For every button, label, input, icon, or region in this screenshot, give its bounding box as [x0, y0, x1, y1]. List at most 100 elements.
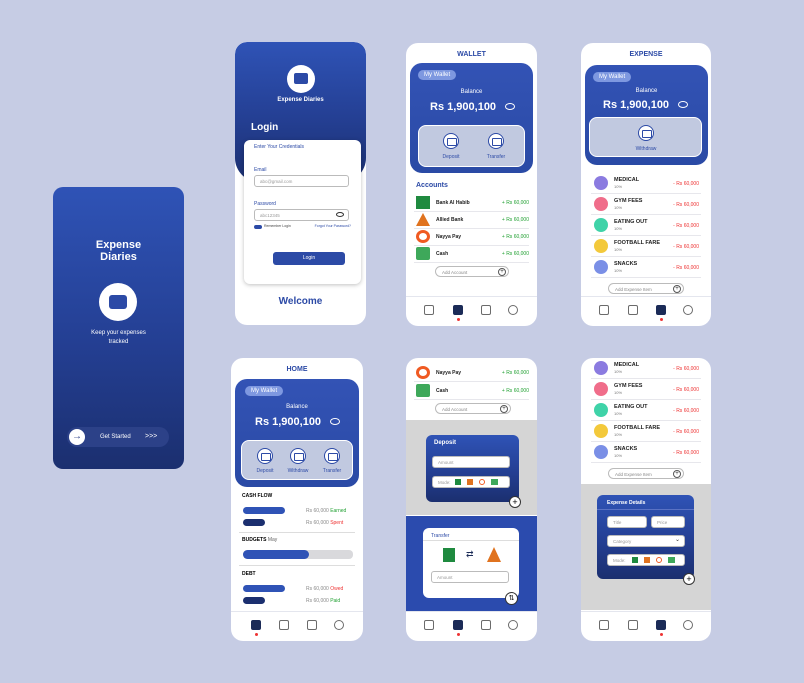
expense-icon[interactable] [481, 620, 491, 630]
home-icon[interactable] [599, 305, 609, 315]
expense-row[interactable]: MEDICAL 10% - Rs 60,000 [591, 358, 701, 379]
eye-icon[interactable] [330, 418, 340, 425]
add-account-field[interactable]: Add Account + [435, 403, 511, 414]
home-icon[interactable] [251, 620, 261, 630]
get-started-label: Get Started [100, 434, 131, 440]
account-row[interactable]: Cash + Rs 60,000 [414, 382, 529, 400]
expense-row[interactable]: FOOTBALL FARE 10% - Rs 60,000 [591, 421, 701, 442]
account-row[interactable]: Bank Al Habib + Rs 60,000 [414, 194, 529, 212]
wallet-card: My Wallet Balance Rs 1,900,100 Deposit W… [235, 379, 359, 487]
mode-field[interactable]: Mode: [432, 476, 510, 488]
allied-logo-icon[interactable] [644, 557, 650, 563]
remember-toggle[interactable] [254, 225, 262, 229]
get-started-button[interactable]: → Get Started >>> [67, 427, 169, 447]
app-title: Expense Diaries [95, 239, 142, 263]
wallet-icon[interactable] [453, 305, 463, 315]
password-field[interactable]: abc12345 [254, 209, 349, 221]
expense-icon[interactable] [307, 620, 317, 630]
profile-icon[interactable] [683, 305, 693, 315]
deposit-icon[interactable] [443, 133, 459, 149]
expense-card: My Wallet Balance Rs 1,900,100 Withdraw [585, 65, 708, 165]
expense-row[interactable]: GYM FEES 10% - Rs 60,000 [591, 194, 701, 215]
eye-icon[interactable] [505, 103, 515, 110]
my-wallet-tag: My Wallet [245, 386, 284, 396]
plus-icon[interactable]: + [673, 285, 681, 293]
add-account-field[interactable]: Add Account + [435, 266, 509, 277]
home-icon[interactable] [424, 620, 434, 630]
allied-logo-icon[interactable] [487, 547, 501, 562]
expense-screen: EXPENSE My Wallet Balance Rs 1,900,100 W… [581, 43, 711, 326]
swap-circle-icon[interactable]: ⇅ [505, 592, 518, 605]
add-circle-icon[interactable]: + [509, 496, 521, 508]
wallet-icon[interactable] [628, 620, 638, 630]
account-row[interactable]: Nayya Pay + Rs 60,000 [414, 228, 529, 246]
withdraw-icon[interactable] [290, 448, 306, 464]
wallet-icon[interactable] [453, 620, 463, 630]
expense-row[interactable]: EATING OUT 10% - Rs 60,000 [591, 400, 701, 421]
expense-row[interactable]: GYM FEES 10% - Rs 60,000 [591, 379, 701, 400]
expense-icon[interactable] [656, 305, 666, 315]
bottom-nav [581, 296, 711, 326]
eye-icon[interactable] [678, 101, 688, 108]
login-button[interactable]: Login [273, 252, 345, 265]
wallet-screen: WALLET My Wallet Balance Rs 1,900,100 De… [406, 43, 537, 326]
home-icon[interactable] [424, 305, 434, 315]
bank-logo-icon[interactable] [443, 548, 455, 562]
plus-icon[interactable]: + [498, 268, 506, 276]
account-row[interactable]: Nayya Pay + Rs 60,000 [414, 364, 529, 382]
transfer-icon[interactable] [324, 448, 340, 464]
swap-icon[interactable]: ⇄ [466, 549, 474, 560]
expense-row[interactable]: MEDICAL 10% - Rs 60,000 [591, 173, 701, 194]
profile-icon[interactable] [683, 620, 693, 630]
email-label: Email [254, 167, 267, 173]
balance-value: Rs 1,900,100 [603, 99, 670, 111]
amount-field[interactable]: Amount [432, 456, 510, 468]
profile-icon[interactable] [334, 620, 344, 630]
wallet-icon[interactable] [279, 620, 289, 630]
forgot-password-link[interactable]: Forgot Your Password? [315, 224, 351, 228]
expense-row[interactable]: SNACKS 10% - Rs 60,000 [591, 442, 701, 463]
account-row[interactable]: Cash + Rs 60,000 [414, 245, 529, 263]
wallet-card: My Wallet Balance Rs 1,900,100 Deposit T… [410, 63, 533, 173]
allied-logo-icon[interactable] [467, 479, 473, 485]
transfer-label: Transfer [486, 154, 506, 160]
nayapay-logo-icon[interactable] [479, 479, 485, 485]
add-expense-field[interactable]: Add Expense Item + [608, 468, 684, 479]
price-field[interactable]: Price [651, 516, 685, 528]
expense-icon[interactable] [656, 620, 666, 630]
owed-bar [243, 585, 285, 592]
bank-logo-icon [416, 213, 430, 226]
email-field[interactable]: abc@gmail.com [254, 175, 349, 187]
bank-logo-icon[interactable] [455, 479, 461, 485]
deposit-icon[interactable] [257, 448, 273, 464]
account-row[interactable]: Allied Bank + Rs 60,000 [414, 211, 529, 229]
expense-row[interactable]: SNACKS 10% - Rs 60,000 [591, 257, 701, 278]
transfer-icon[interactable] [488, 133, 504, 149]
nayapay-logo-icon[interactable] [656, 557, 662, 563]
cash-icon[interactable] [491, 479, 498, 485]
cash-icon[interactable] [668, 557, 675, 563]
eye-icon[interactable] [336, 212, 344, 217]
expense-row[interactable]: EATING OUT 10% - Rs 60,000 [591, 215, 701, 236]
nayapay-logo-icon [416, 230, 430, 243]
profile-icon[interactable] [508, 305, 518, 315]
wallet-logo-icon [287, 65, 315, 93]
expense-row[interactable]: FOOTBALL FARE 10% - Rs 60,000 [591, 236, 701, 257]
withdraw-icon[interactable] [638, 125, 654, 141]
profile-icon[interactable] [508, 620, 518, 630]
home-icon[interactable] [599, 620, 609, 630]
bottom-nav [581, 611, 711, 641]
mode-field[interactable]: Mode: [607, 554, 685, 566]
category-select[interactable]: Category ⌄ [607, 535, 685, 547]
cash-icon [416, 384, 430, 397]
plus-icon[interactable]: + [673, 470, 681, 478]
title-field[interactable]: Title [607, 516, 647, 528]
add-circle-icon[interactable]: + [683, 573, 695, 585]
wallet-icon[interactable] [628, 305, 638, 315]
category-icon [594, 197, 608, 211]
bank-logo-icon[interactable] [632, 557, 638, 563]
expense-icon[interactable] [481, 305, 491, 315]
add-expense-field[interactable]: Add Expense Item + [608, 283, 684, 294]
transfer-amount-field[interactable]: Amount [431, 571, 509, 583]
plus-icon[interactable]: + [500, 405, 508, 413]
